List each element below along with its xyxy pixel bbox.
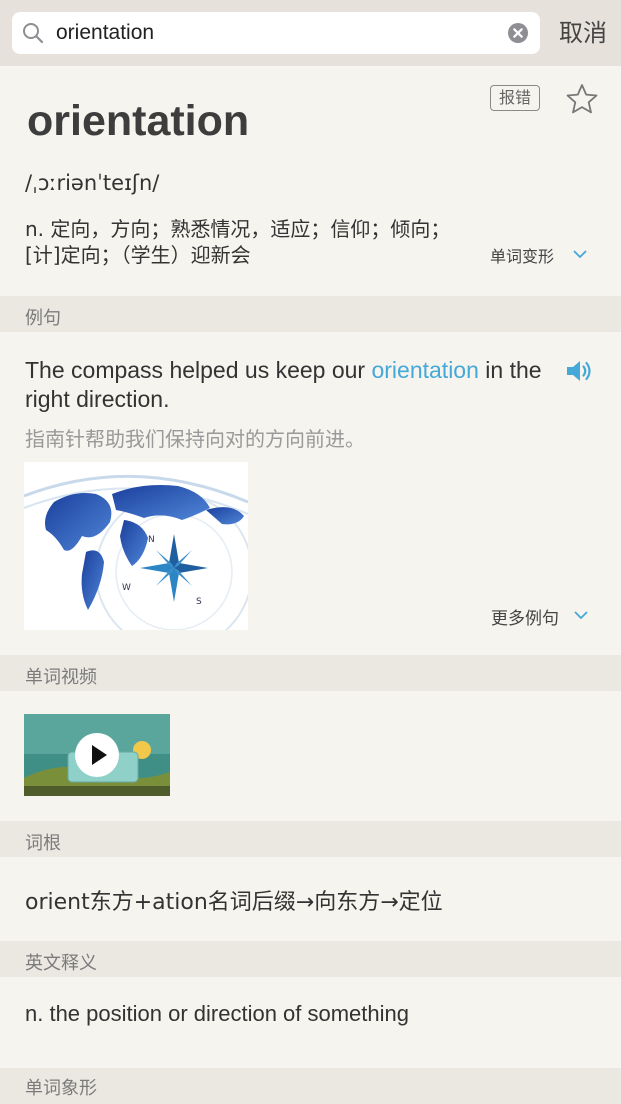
word-title: orientation [27, 97, 250, 145]
example-sentence: The compass helped us keep our orientati… [25, 356, 545, 414]
speaker-icon[interactable] [565, 358, 593, 384]
section-header-root: 词根 [0, 821, 621, 857]
svg-text:S: S [196, 597, 202, 607]
star-icon[interactable] [566, 83, 598, 115]
section-header-next: 单词象形 [0, 1068, 621, 1104]
english-definition: n. the position or direction of somethin… [25, 1001, 410, 1026]
report-error-button[interactable]: 报错 [490, 85, 540, 111]
search-input[interactable]: orientation [12, 12, 540, 54]
chevron-down-icon [574, 611, 588, 620]
svg-text:W: W [122, 583, 131, 593]
more-examples-label: 更多例句 [491, 609, 559, 629]
search-icon [23, 23, 44, 44]
example-image: N W S [24, 462, 248, 630]
section-header-label: 单词象形 [25, 1078, 97, 1099]
clear-icon[interactable] [508, 23, 528, 43]
section-header-video: 单词视频 [0, 655, 621, 691]
svg-text:N: N [148, 535, 155, 545]
section-header-label: 例句 [25, 308, 61, 329]
inflection-label: 单词变形 [490, 247, 555, 266]
play-icon[interactable] [74, 732, 120, 778]
top-bar: orientation 取消 [0, 0, 621, 66]
section-header-english-def: 英文释义 [0, 941, 621, 977]
sentence-text: The compass helped us keep our [25, 357, 372, 383]
search-query[interactable]: orientation [56, 22, 154, 44]
section-header-examples: 例句 [0, 296, 621, 332]
section-header-label: 英文释义 [25, 953, 97, 974]
video-thumbnail[interactable] [24, 714, 170, 796]
example-translation: 指南针帮助我们保持向对的方向前进。 [25, 427, 365, 451]
word-root-text: orient东方+ation名词后缀→向东方→定位 [25, 890, 443, 915]
sentence-highlight[interactable]: orientation [371, 357, 478, 383]
phonetic: /ˌɔːriənˈteɪʃn/ [25, 171, 160, 195]
section-header-label: 词根 [25, 833, 61, 854]
section-header-label: 单词视频 [25, 667, 97, 688]
cancel-button[interactable]: 取消 [559, 18, 607, 48]
definition: n. 定向，方向；熟悉情况，适应；信仰；倾向；[计]定向；（学生）迎新会 [25, 217, 451, 267]
chevron-down-icon [573, 250, 587, 259]
